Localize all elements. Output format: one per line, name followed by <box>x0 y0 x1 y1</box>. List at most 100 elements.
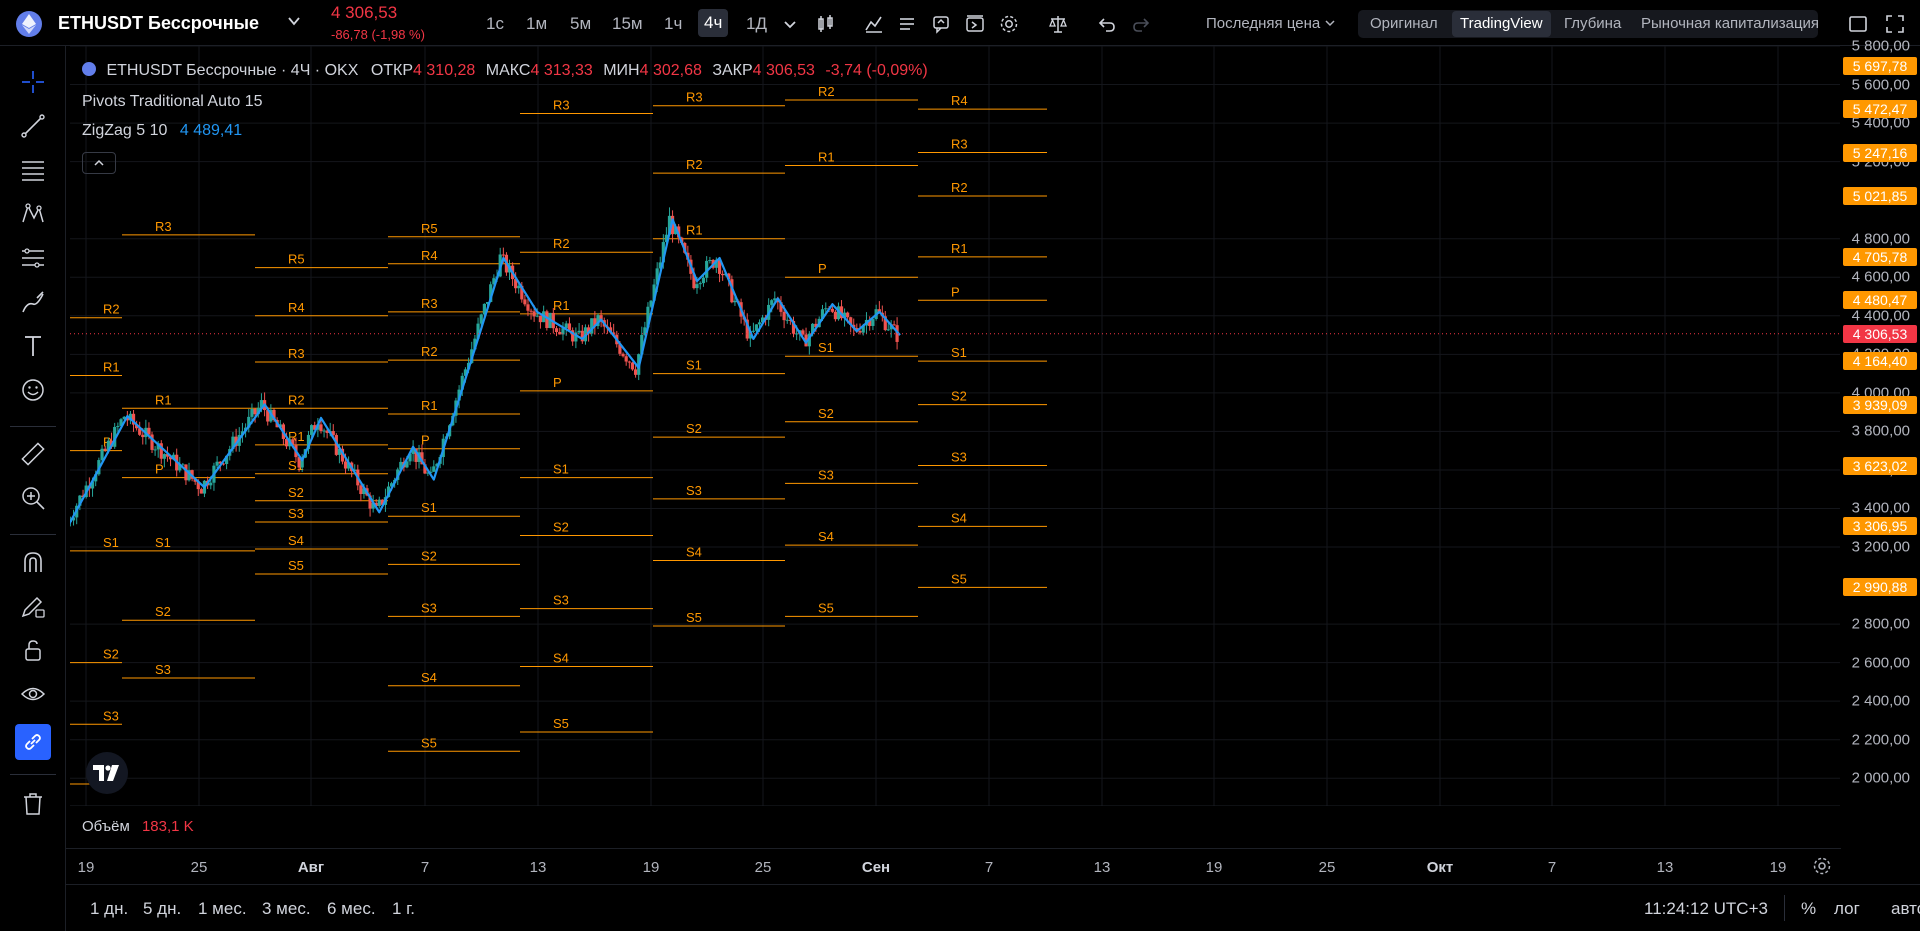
ruler-icon[interactable] <box>15 436 51 472</box>
pivot-label: S3 <box>155 662 171 677</box>
tradingview-logo[interactable] <box>86 752 128 794</box>
symbol-name[interactable]: ETHUSDT Бессрочные <box>58 13 259 34</box>
timeframe-more-icon[interactable] <box>777 11 803 37</box>
log-toggle[interactable]: лог <box>1834 899 1860 919</box>
crosshair-icon[interactable] <box>15 64 51 100</box>
magnet-icon[interactable] <box>15 544 51 580</box>
range-6m[interactable]: 6 мес. <box>327 899 376 919</box>
price-tick: 2 000,00 <box>1851 769 1910 787</box>
view-market-cap[interactable]: Рыночная капитализация <box>1641 15 1819 32</box>
price-tick: 2 400,00 <box>1851 692 1910 710</box>
pivot-label: S1 <box>103 535 119 550</box>
candle-body <box>754 324 759 331</box>
fib-lines-icon[interactable] <box>15 152 51 188</box>
time-tick: 13 <box>1093 859 1111 876</box>
range-1m[interactable]: 1 мес. <box>198 899 247 919</box>
percent-toggle[interactable]: % <box>1801 899 1816 919</box>
price-tick: 3 400,00 <box>1851 499 1910 517</box>
fullscreen-icon[interactable] <box>1882 11 1908 37</box>
symbol-dropdown-icon[interactable] <box>287 14 301 31</box>
link-icon[interactable] <box>15 724 51 760</box>
legend-zigzag[interactable]: ZigZag 5 10 4 489,41 <box>82 122 242 140</box>
unlock-icon[interactable] <box>15 632 51 668</box>
brush-icon[interactable] <box>15 284 51 320</box>
timeframe-1h[interactable]: 1ч <box>664 13 682 41</box>
indicators-icon[interactable] <box>861 11 887 37</box>
candle-body <box>100 448 104 461</box>
legend-symbol-logo <box>82 62 96 76</box>
legend-pivots[interactable]: Pivots Traditional Auto 15 <box>82 93 263 111</box>
time-tick: 19 <box>1769 859 1787 876</box>
candle-body <box>319 424 323 432</box>
bottom-divider <box>1784 895 1785 921</box>
text-icon[interactable] <box>15 328 51 364</box>
timeframe-1s[interactable]: 1с <box>486 13 504 41</box>
candle-body <box>858 331 862 333</box>
pivot-label: S2 <box>155 604 171 619</box>
trend-line-icon[interactable] <box>15 108 51 144</box>
volume-legend[interactable]: Объём 183,1 K <box>82 818 194 835</box>
range-3m[interactable]: 3 мес. <box>262 899 311 919</box>
candle-body <box>630 362 635 370</box>
time-tick: 7 <box>984 859 994 876</box>
clock-timezone[interactable]: 11:24:12 UTC+3 <box>1644 899 1768 919</box>
price-change: -86,78 (-1,98 %) <box>331 27 425 42</box>
candle-body <box>199 489 203 494</box>
price-axis[interactable]: 5 800,00 5 600,00 5 400,00 5 200,00 4 800,00… <box>1841 38 1920 806</box>
candle-body <box>526 304 530 311</box>
timeframe-1m[interactable]: 1м <box>526 13 547 41</box>
pivot-label: S1 <box>553 462 569 477</box>
zoom-in-icon[interactable] <box>15 480 51 516</box>
view-tradingview[interactable]: TradingView <box>1452 11 1551 37</box>
replay-icon[interactable] <box>962 11 988 37</box>
axis-settings-gear-icon[interactable] <box>1811 855 1833 880</box>
time-tick: 25 <box>190 859 208 876</box>
candle-body <box>116 425 120 427</box>
range-5d[interactable]: 5 дн. <box>143 899 181 919</box>
trash-icon[interactable] <box>15 786 51 822</box>
pivot-label: P <box>553 375 562 390</box>
pivot-label: S5 <box>818 600 834 615</box>
pivot-label: R2 <box>951 180 968 195</box>
pivot-label: R3 <box>951 137 968 152</box>
timeframe-5m[interactable]: 5м <box>570 13 591 41</box>
time-tick: 13 <box>1656 859 1674 876</box>
emoji-icon[interactable] <box>15 372 51 408</box>
templates-icon[interactable] <box>894 11 920 37</box>
lock-drawing-pencil-icon[interactable] <box>15 588 51 624</box>
range-1y[interactable]: 1 г. <box>392 899 415 919</box>
pivot-label: R3 <box>421 296 438 311</box>
view-depth[interactable]: Глубина <box>1564 15 1621 32</box>
candle-body <box>795 333 799 335</box>
auto-toggle[interactable]: авто <box>1891 899 1920 919</box>
timeframe-4h[interactable]: 4ч <box>698 9 729 37</box>
legend-open-label: ОТКР <box>370 62 414 79</box>
undo-icon[interactable] <box>1094 11 1120 37</box>
candles-icon[interactable] <box>813 11 839 37</box>
layout-icon[interactable] <box>1845 11 1871 37</box>
range-1d[interactable]: 1 дн. <box>90 899 128 919</box>
projection-icon[interactable] <box>15 240 51 276</box>
price-tick: 4 800,00 <box>1851 230 1910 248</box>
pivot-label: S2 <box>553 519 569 534</box>
alert-icon[interactable] <box>928 11 954 37</box>
legend-low-label: МИН <box>603 62 640 79</box>
candle-body <box>554 328 559 333</box>
timeframe-15m[interactable]: 15м <box>612 13 643 41</box>
pattern-icon[interactable] <box>15 196 51 232</box>
chevron-down-icon <box>1325 20 1335 27</box>
price-type-select[interactable]: Последняя цена <box>1206 15 1336 32</box>
legend-collapse-button[interactable] <box>82 152 116 174</box>
time-axis[interactable]: 19 25 Авг 7 13 19 25 Сен 7 13 19 25 Окт 7 13 19 <box>66 848 1841 884</box>
redo-icon[interactable] <box>1128 11 1154 37</box>
pivot-price-label: 3 623,02 <box>1843 456 1917 475</box>
price-chart[interactable]: R2 R1 P S1 S2 S3 S4 R3 R1 P S1 S2 S3 R5 R4 R3 R2 R1 S1 S2 S3… <box>70 46 1840 806</box>
candle-body <box>532 311 536 317</box>
eye-icon[interactable] <box>15 676 51 712</box>
compare-scale-icon[interactable] <box>1045 11 1071 37</box>
settings-gear-icon[interactable] <box>996 11 1022 37</box>
legend-high: 4 313,33 <box>530 62 593 79</box>
view-original[interactable]: Оригинал <box>1370 15 1438 32</box>
candle-body <box>824 308 828 310</box>
timeframe-1d[interactable]: 1Д <box>746 13 767 41</box>
